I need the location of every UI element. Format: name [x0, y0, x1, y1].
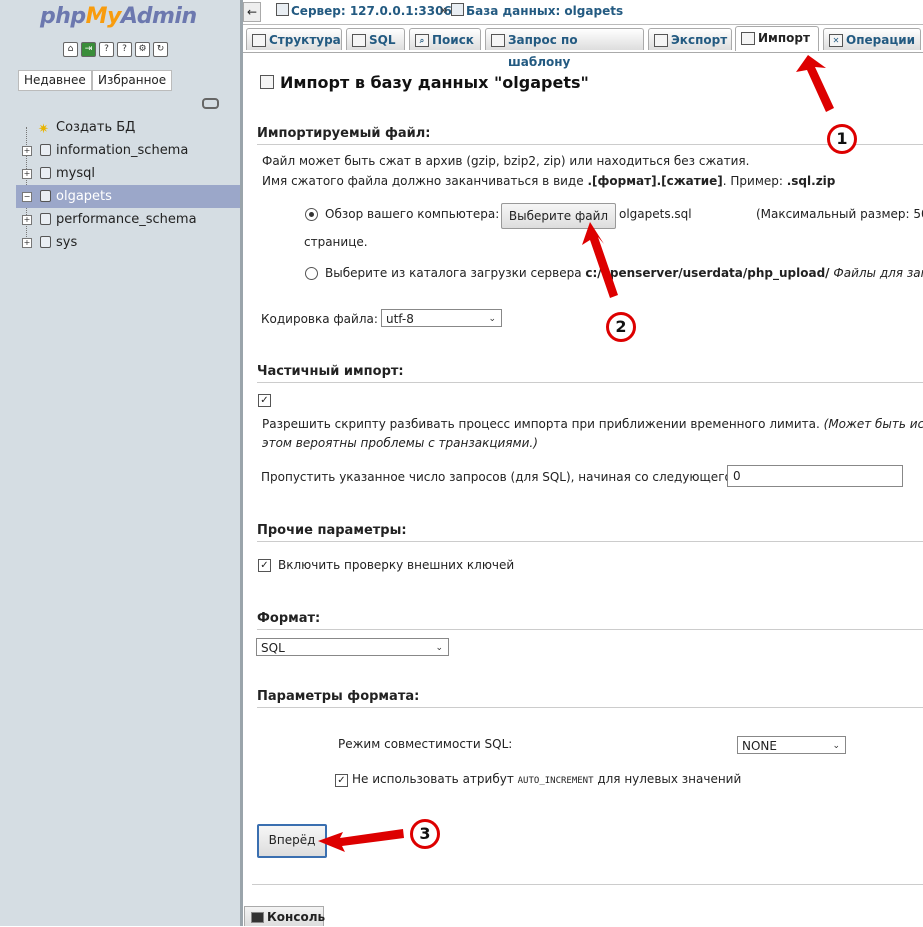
annotation-overlay	[318, 55, 834, 852]
arrow-3	[318, 829, 404, 852]
arrow-2	[582, 222, 618, 298]
console-label: Консоль	[267, 910, 326, 924]
annotation-badge-2: 2	[606, 312, 636, 342]
console-tab[interactable]: Консоль	[244, 906, 326, 926]
annotation-badge-1: 1	[827, 124, 857, 154]
console-icon	[251, 912, 264, 923]
annotation-badge-3: 3	[410, 819, 440, 849]
arrow-1	[796, 55, 834, 112]
